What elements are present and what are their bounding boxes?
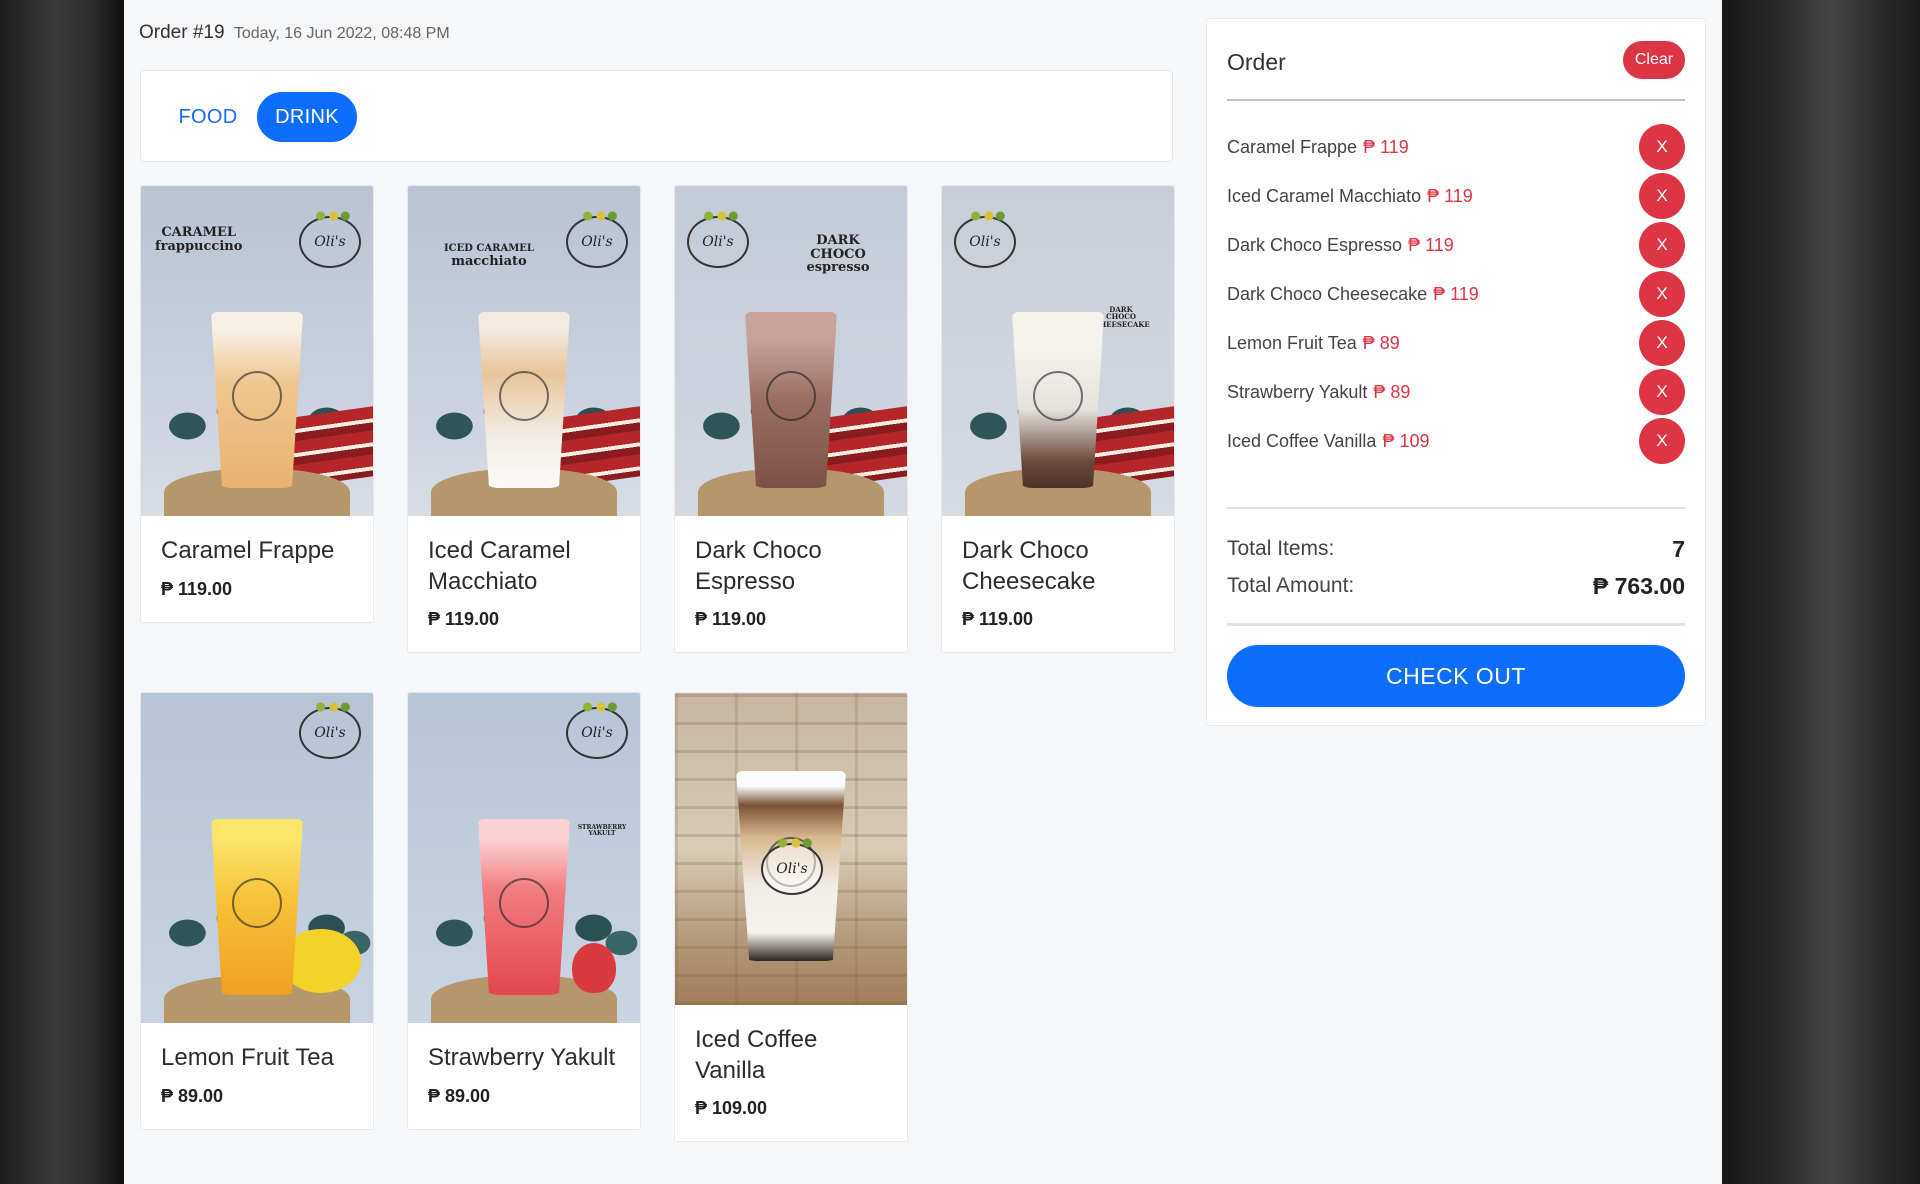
remove-item-button[interactable]: X (1639, 222, 1685, 268)
order-item-name: Strawberry Yakult (1227, 381, 1368, 402)
product-price: ₱ 89.00 (428, 1085, 491, 1106)
product-card-dark-choco-cheesecake[interactable]: Oli's DARK CHOCO CHEESECAKE Dark Choco C… (941, 185, 1175, 654)
product-image: Oli's DARK CHOCO espresso (675, 186, 907, 516)
divider (1227, 99, 1685, 101)
product-price: ₱ 109.00 (695, 1098, 768, 1119)
total-amount-value: ₱ 763.00 (1592, 572, 1685, 599)
product-image: Oli's STRAWBERRY YAKULT (408, 693, 640, 1023)
product-name: Iced Coffee Vanilla (695, 1026, 818, 1084)
product-image: Oli's (675, 693, 907, 1005)
left-backdrop (0, 0, 124, 1184)
product-price: ₱ 119.00 (161, 578, 233, 599)
product-image: Oli's (141, 693, 373, 1023)
total-amount-label: Total Amount: (1227, 574, 1355, 597)
brand-logo: Oli's (566, 210, 628, 268)
order-datetime: Today, 16 Jun 2022, 08:48 PM (233, 25, 450, 42)
order-item-price: ₱ 89 (1362, 332, 1400, 353)
order-line-item: Caramel Frappe ₱ 119 X (1227, 123, 1685, 171)
product-card-lemon-fruit-tea[interactable]: Oli's Lemon Fruit Tea ₱ 89.00 (140, 692, 374, 1130)
order-line-item: Iced Caramel Macchiato ₱ 119 X (1227, 172, 1685, 220)
total-items-row: Total Items: 7 (1227, 533, 1685, 565)
remove-item-button[interactable]: X (1639, 124, 1685, 170)
right-backdrop (1722, 0, 1920, 1184)
product-name: Caramel Frappe (161, 537, 335, 564)
drink-cup (478, 819, 570, 995)
order-line-item: Dark Choco Cheesecake ₱ 119 X (1227, 270, 1685, 318)
product-price: ₱ 89.00 (161, 1085, 224, 1106)
tab-food[interactable]: FOOD (166, 92, 250, 142)
drink-cup (211, 819, 303, 995)
drink-cup (745, 312, 837, 488)
product-image: Oli's DARK CHOCO CHEESECAKE (942, 186, 1174, 516)
order-item-name: Iced Caramel Macchiato (1227, 185, 1422, 206)
divider (1227, 623, 1685, 626)
remove-item-button[interactable]: X (1639, 271, 1685, 317)
brand-logo: Oli's (954, 210, 1016, 268)
product-card-caramel-frappe[interactable]: CARAMEL frappuccino Oli's Caramel Frappe … (140, 185, 374, 623)
product-price: ₱ 119.00 (962, 609, 1034, 630)
order-line-item: Iced Coffee Vanilla ₱ 109 X (1227, 417, 1685, 465)
product-card-iced-caramel-macchiato[interactable]: ICED CARAMEL macchiato Oli's Iced Caramel… (407, 185, 641, 654)
promo-text: DARK CHOCO espresso (806, 233, 870, 276)
order-line-item: Lemon Fruit Tea ₱ 89 X (1227, 319, 1685, 367)
order-panel-title: Order (1227, 49, 1286, 75)
remove-item-button[interactable]: X (1639, 418, 1685, 464)
product-name: Iced Caramel Macchiato (428, 537, 571, 595)
promo-text: STRAWBERRY YAKULT (577, 824, 627, 838)
tab-drink[interactable]: DRINK (257, 92, 357, 142)
category-tabs: FOOD DRINK (140, 70, 1173, 162)
checkout-button[interactable]: CHECK OUT (1227, 645, 1685, 707)
product-card-strawberry-yakult[interactable]: Oli's STRAWBERRY YAKULT Strawberry Yakul… (407, 692, 641, 1130)
brand-logo: Oli's (566, 701, 628, 759)
product-image: ICED CARAMEL macchiato Oli's (408, 186, 640, 516)
order-item-name: Dark Choco Espresso (1227, 234, 1403, 255)
promo-text: ICED CARAMEL macchiato (444, 243, 534, 269)
order-item-name: Dark Choco Cheesecake (1227, 283, 1428, 304)
brand-logo: Oli's (299, 701, 361, 759)
order-heading: Order #19 Today, 16 Jun 2022, 08:48 PM (139, 22, 450, 44)
order-number: Order #19 (139, 22, 225, 43)
order-item-price: ₱ 109 (1382, 430, 1430, 451)
order-item-name: Iced Coffee Vanilla (1227, 430, 1377, 451)
total-items-label: Total Items: (1227, 537, 1335, 560)
order-item-name: Caramel Frappe (1227, 136, 1358, 157)
order-item-price: ₱ 119 (1408, 234, 1454, 255)
promo-text: CARAMEL frappuccino (155, 225, 243, 254)
drink-cup (211, 312, 303, 488)
brand-logo: Oli's (299, 210, 361, 268)
product-card-dark-choco-espresso[interactable]: Oli's DARK CHOCO espresso Dark Choco Espr… (674, 185, 908, 654)
product-name: Dark Choco Espresso (695, 537, 822, 595)
product-name: Lemon Fruit Tea (161, 1044, 334, 1071)
total-items-value: 7 (1672, 535, 1685, 562)
order-item-price: ₱ 119 (1363, 136, 1409, 157)
order-item-price: ₱ 89 (1373, 381, 1411, 402)
remove-item-button[interactable]: X (1639, 173, 1685, 219)
brand-logo: Oli's (761, 837, 823, 895)
order-line-item: Dark Choco Espresso ₱ 119 X (1227, 221, 1685, 269)
order-panel: Order Clear Caramel Frappe ₱ 119 X Iced … (1206, 18, 1706, 726)
strawberry-icon (572, 943, 616, 993)
product-card-iced-coffee-vanilla[interactable]: Oli's Iced Coffee Vanilla ₱ 109.00 (674, 692, 908, 1143)
divider (1227, 507, 1685, 509)
pos-app: Order #19 Today, 16 Jun 2022, 08:48 PM F… (124, 0, 1722, 1184)
brand-logo: Oli's (687, 210, 749, 268)
order-item-name: Lemon Fruit Tea (1227, 332, 1357, 353)
drink-cup (1012, 312, 1104, 488)
product-price: ₱ 119.00 (428, 609, 500, 630)
product-name: Dark Choco Cheesecake (962, 537, 1096, 595)
product-price: ₱ 119.00 (695, 609, 767, 630)
product-image: CARAMEL frappuccino Oli's (141, 186, 373, 516)
drink-cup (478, 312, 570, 488)
order-item-price: ₱ 119 (1433, 283, 1479, 304)
total-amount-row: Total Amount: ₱ 763.00 (1227, 570, 1685, 602)
order-item-price: ₱ 119 (1427, 185, 1473, 206)
product-name: Strawberry Yakult (428, 1044, 616, 1071)
remove-item-button[interactable]: X (1639, 369, 1685, 415)
remove-item-button[interactable]: X (1639, 320, 1685, 366)
order-line-item: Strawberry Yakult ₱ 89 X (1227, 368, 1685, 416)
clear-order-button[interactable]: Clear (1623, 41, 1685, 79)
